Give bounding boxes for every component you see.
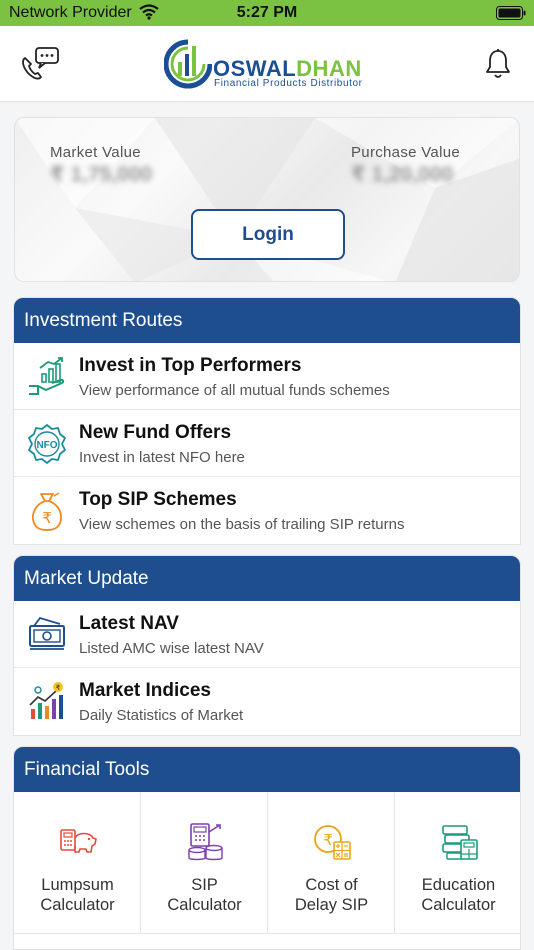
update-subtitle: Listed AMC wise latest NAV xyxy=(79,640,264,657)
tool-label: SIP xyxy=(191,876,218,894)
update-market-indices[interactable]: ₹ Market Indices Daily Statistics of Mar… xyxy=(14,668,520,735)
oswal-dhan-logo: OSWALDHAN Financial Products Distributor xyxy=(164,36,374,92)
route-subtitle: Invest in latest NFO here xyxy=(79,449,245,466)
rupee-calculator-icon: ₹ xyxy=(312,822,352,862)
route-subtitle: View performance of all mutual funds sch… xyxy=(79,382,390,399)
tool-label: Calculator xyxy=(167,896,242,914)
route-top-performers[interactable]: Invest in Top Performers View performanc… xyxy=(14,343,520,410)
svg-text:₹: ₹ xyxy=(56,684,61,692)
battery-icon xyxy=(496,6,526,25)
status-bar: Network Provider 5:27 PM xyxy=(0,0,534,26)
tool-label: Calculator xyxy=(421,896,496,914)
tool-label: Calculator xyxy=(40,896,115,914)
update-title: Latest NAV xyxy=(79,613,179,634)
bar-chart-icon: ₹ xyxy=(26,681,68,723)
financial-tools-title: Financial Tools xyxy=(14,747,520,792)
market-value-label: Market Value xyxy=(50,144,141,161)
route-subtitle: View schemes on the basis of trailing SI… xyxy=(79,516,405,533)
tool-label: Cost of xyxy=(305,876,358,894)
route-title: Invest in Top Performers xyxy=(79,355,302,376)
tool-sip-calculator[interactable]: SIP Calculator xyxy=(141,792,268,933)
route-new-fund-offers[interactable]: NFO New Fund Offers Invest in latest NFO… xyxy=(14,410,520,477)
investment-routes-section: Investment Routes Invest in Top Performe… xyxy=(13,297,521,545)
logo-mark-icon xyxy=(164,39,212,89)
login-button[interactable]: Login xyxy=(191,209,345,260)
update-title: Market Indices xyxy=(79,680,211,701)
tool-label: Lumpsum xyxy=(41,876,114,894)
investment-routes-title: Investment Routes xyxy=(14,298,520,343)
market-update-title: Market Update xyxy=(14,556,520,601)
books-calculator-icon xyxy=(439,822,479,862)
route-title: New Fund Offers xyxy=(79,422,232,443)
purchase-value-label: Purchase Value xyxy=(351,144,460,161)
banknote-icon xyxy=(26,614,68,656)
tool-cost-of-delay-sip[interactable]: ₹ Cost of Delay SIP xyxy=(268,792,395,933)
tool-label: Education xyxy=(421,876,496,894)
route-title: Top SIP Schemes xyxy=(79,489,237,510)
svg-text:₹: ₹ xyxy=(323,831,333,849)
market-update-section: Market Update Latest NAV Listed AMC wise… xyxy=(13,555,521,736)
svg-text:NFO: NFO xyxy=(36,440,57,451)
coins-calculator-icon xyxy=(185,822,225,862)
tool-lumpsum-calculator[interactable]: Lumpsum Calculator xyxy=(14,792,141,933)
tool-label: Delay SIP xyxy=(294,896,369,914)
bell-icon[interactable] xyxy=(484,48,512,85)
market-value: ₹ 1,75,000 xyxy=(50,163,153,186)
app-header: OSWALDHAN Financial Products Distributor xyxy=(0,26,534,102)
portfolio-summary-card: Market Value ₹ 1,75,000 Purchase Value ₹… xyxy=(14,117,520,282)
tool-education-calculator[interactable]: Education Calculator xyxy=(395,792,520,933)
chat-phone-icon[interactable] xyxy=(20,46,60,87)
brand-tagline: Financial Products Distributor xyxy=(214,78,363,89)
growth-hand-icon xyxy=(26,356,68,398)
wifi-icon xyxy=(139,4,159,25)
update-subtitle: Daily Statistics of Market xyxy=(79,707,244,724)
nfo-badge-icon: NFO xyxy=(26,423,68,465)
divider xyxy=(14,933,520,934)
purchase-value: ₹ 1,20,000 xyxy=(351,163,454,186)
money-bag-icon: ₹ xyxy=(26,490,68,532)
svg-text:₹: ₹ xyxy=(42,509,52,527)
financial-tools-section: Financial Tools Lumpsum Calculator SIP C… xyxy=(13,746,521,950)
route-top-sip-schemes[interactable]: ₹ Top SIP Schemes View schemes on the ba… xyxy=(14,477,520,544)
carrier-name: Network Provider xyxy=(9,4,132,21)
update-latest-nav[interactable]: Latest NAV Listed AMC wise latest NAV xyxy=(14,601,520,668)
piggy-calculator-icon xyxy=(58,822,98,862)
